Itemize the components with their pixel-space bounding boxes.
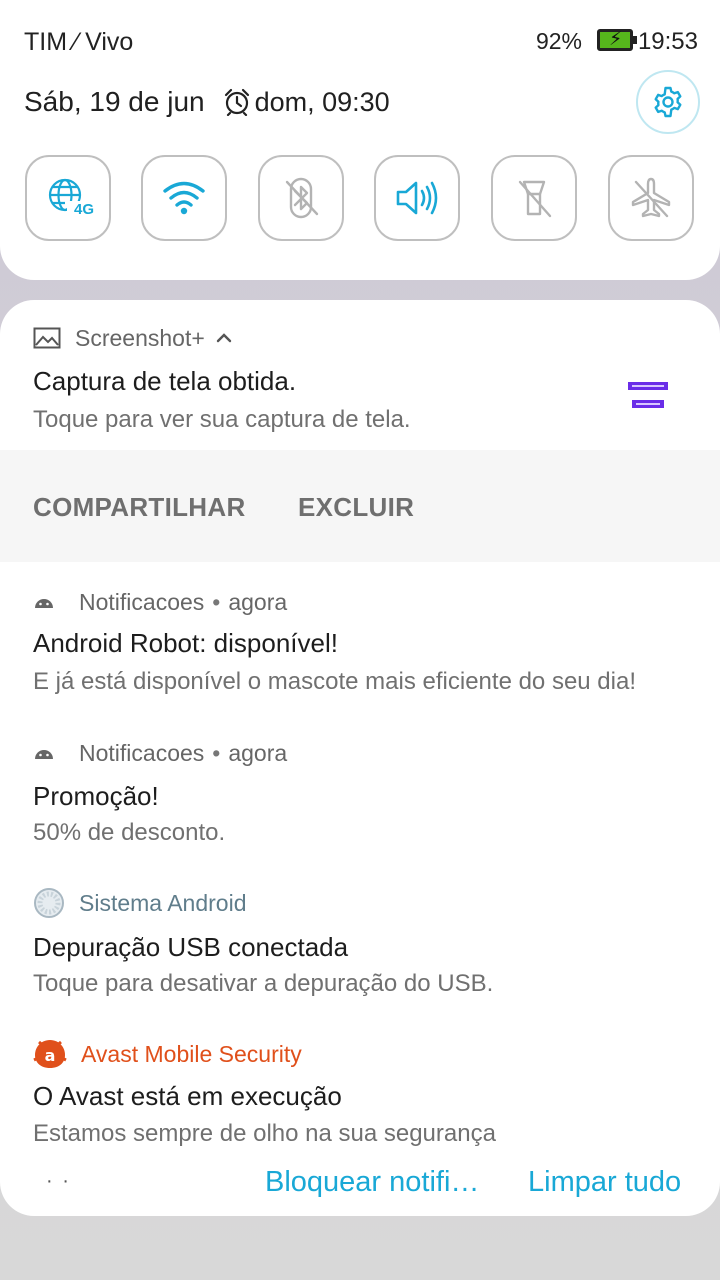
notification-time: agora [228,739,288,766]
notification-title: O Avast está em execução [33,1081,342,1111]
notification-header: Notificacoes • agora [33,738,287,768]
notification-promo[interactable]: Notificacoes • agora Promoção! 50% de de… [0,733,720,873]
notification-text: E já está disponível o mascote mais efic… [33,668,636,695]
date-label[interactable]: Sáb, 19 de jun [24,86,205,118]
notification-screenshot[interactable]: Screenshot+ Captura de tela obtida. Toqu… [0,300,720,562]
chevron-up-icon[interactable] [211,328,237,348]
status-clock: 19:53 [637,28,698,55]
notification-text: 50% de desconto. [33,819,226,846]
notification-title: Promoção! [33,781,159,811]
clear-all-button[interactable]: Limpar tudo [528,1166,681,1199]
notification-text: Toque para desativar a depuração do USB. [33,970,494,997]
app-name: Notificacoes [79,588,205,615]
notification-footer: · · Bloquear notifi… Limpar tudo [0,1152,720,1216]
notification-avast[interactable]: a Avast Mobile Security O Avast está em … [0,1035,720,1147]
notification-header: Sistema Android [33,888,246,918]
separator-dot: • [212,588,221,615]
quick-settings-panel: TIM ⁄ Vivo 92% ⚡ 19:53 Sáb, 19 de jun do… [0,0,720,280]
tile-wifi[interactable] [141,155,227,241]
notification-actions: COMPARTILHAR EXCLUIR [0,450,720,562]
battery-icon: ⚡ [597,29,637,51]
alarm-clock-icon [224,88,249,116]
android-system-icon [34,888,64,918]
image-icon [33,327,61,349]
tile-bluetooth[interactable] [258,155,344,241]
tile-flashlight[interactable] [491,155,577,241]
alarm-text: dom, 09:30 [254,86,390,117]
notification-usb-debugging[interactable]: Sistema Android Depuração USB conectada … [0,884,720,1024]
notification-header: a Avast Mobile Security [33,1039,302,1069]
tile-airplane[interactable] [608,155,694,241]
app-name: Notificacoes [79,739,205,766]
block-notifications-button[interactable]: Bloquear notifi… [265,1166,479,1199]
app-name: Screenshot+ [75,324,205,351]
battery-percent: 92% [535,28,582,54]
notification-shade: Screenshot+ Captura de tela obtida. Toqu… [0,300,720,1216]
tile-4g-badge: 4G [74,201,95,218]
flashlight-off-icon [518,180,552,218]
separator-dot: • [212,739,221,766]
app-name: Avast Mobile Security [81,1040,302,1067]
notification-text: Toque para ver sua captura de tela. [33,406,411,433]
avast-logo-icon: a [33,1040,67,1068]
notification-title: Depuração USB conectada [33,932,349,962]
settings-button[interactable] [636,70,700,134]
wifi-icon [163,181,205,215]
next-alarm[interactable]: dom, 09:30 [223,87,390,118]
delete-button[interactable]: EXCLUIR [298,492,414,523]
volume-icon [396,181,438,215]
notification-title: Android Robot: disponível! [33,628,338,658]
notification-header: Screenshot+ [33,323,237,353]
quick-tiles: 4G [25,155,695,243]
more-options-icon[interactable]: · · [46,1170,71,1193]
android-icon [35,599,53,608]
date-row: Sáb, 19 de jun dom, 09:30 [24,84,390,120]
bluetooth-off-icon [285,177,319,219]
tile-mobile-data[interactable]: 4G [25,155,111,241]
gear-icon [654,86,682,118]
share-button[interactable]: COMPARTILHAR [33,492,246,523]
notification-title: Captura de tela obtida. [33,366,297,396]
app-name: Sistema Android [79,889,247,916]
carrier-name: TIM ⁄ Vivo [24,28,134,56]
android-icon [35,750,53,759]
status-bar: TIM ⁄ Vivo 92% ⚡ 19:53 [0,0,720,80]
tile-sound[interactable] [374,155,460,241]
charging-bolt-icon: ⚡ [609,29,623,50]
notification-robot[interactable]: Notificacoes • agora Android Robot: disp… [0,582,720,722]
notification-time: agora [228,588,288,615]
svg-text:a: a [45,1046,56,1065]
notification-text: Estamos sempre de olho na sua segurança [33,1120,496,1147]
notification-header: Notificacoes • agora [33,587,287,617]
airplane-off-icon [631,177,671,218]
screenshot-thumbnail [628,380,668,412]
